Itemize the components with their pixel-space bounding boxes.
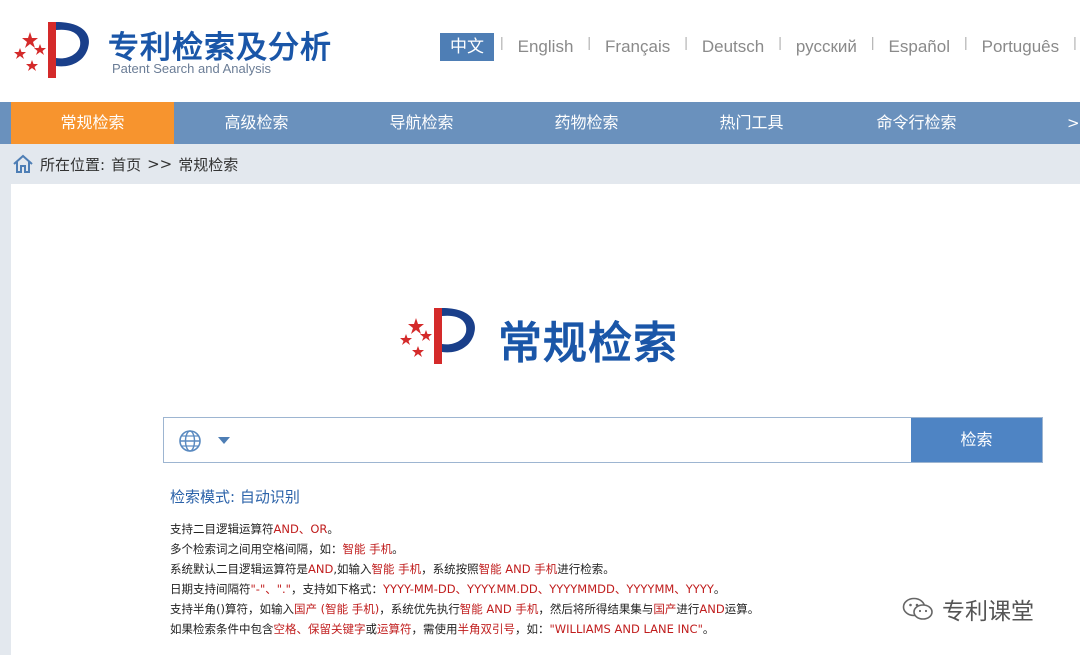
globe-icon[interactable] bbox=[178, 429, 202, 453]
tip-text: ，系统按照 bbox=[421, 562, 479, 576]
tip-highlight: 智能 手机 bbox=[371, 562, 422, 576]
tip-line: 支持二目逻辑运算符AND、OR。 bbox=[170, 519, 759, 539]
wechat-icon bbox=[902, 597, 933, 620]
nav-item-drug-search[interactable]: 药物检索 bbox=[504, 102, 669, 144]
nav-more-arrow[interactable]: > bbox=[999, 102, 1080, 144]
tip-text: ,如输入 bbox=[333, 562, 372, 576]
patent-office-logo-icon[interactable] bbox=[10, 14, 96, 84]
nav-item-advanced-search[interactable]: 高级检索 bbox=[174, 102, 339, 144]
lang-divider: | bbox=[778, 34, 782, 50]
breadcrumb-separator: >> bbox=[147, 155, 173, 173]
breadcrumb-current: 常规检索 bbox=[178, 155, 239, 174]
tip-line: 多个检索词之间用空格间隔，如：智能 手机。 bbox=[170, 539, 759, 559]
tip-text: 。 bbox=[392, 542, 404, 556]
lang-divider: | bbox=[500, 34, 504, 50]
tip-line: 如果检索条件中包含空格、保留关键字或运算符，需使用半角双引号，如："WILLIA… bbox=[170, 619, 759, 639]
tip-text: 或 bbox=[365, 622, 378, 636]
nav-item-popular-tools[interactable]: 热门工具 bbox=[669, 102, 834, 144]
nav-spacer bbox=[0, 102, 11, 144]
tip-highlight: "WILLIAMS AND LANE INC" bbox=[549, 622, 703, 636]
tip-highlight: 国产 (智能 手机) bbox=[293, 602, 380, 616]
search-bar: 检索 bbox=[163, 417, 1043, 463]
nav-item-command-line-search[interactable]: 命令行检索 bbox=[834, 102, 999, 144]
lang-divider: | bbox=[684, 34, 688, 50]
tip-highlight: 智能 AND 手机 bbox=[459, 602, 539, 616]
nav-item-basic-search[interactable]: 常规检索 bbox=[11, 102, 174, 144]
lang-divider: | bbox=[587, 34, 592, 50]
tip-text: 支持半角()算符，如输入 bbox=[170, 602, 294, 616]
main-nav: 常规检索 高级检索 导航检索 药物检索 热门工具 命令行检索 > bbox=[0, 102, 1080, 144]
tip-highlight: 空格、保留关键字 bbox=[273, 622, 366, 636]
lang-portuguese[interactable]: Português bbox=[974, 33, 1068, 61]
tip-highlight: "-"、"." bbox=[250, 582, 291, 596]
lang-russian[interactable]: русский bbox=[788, 33, 865, 61]
tip-text: 进行 bbox=[676, 602, 700, 616]
tip-text: ，需使用 bbox=[411, 622, 458, 636]
home-icon[interactable] bbox=[12, 153, 34, 175]
search-input[interactable] bbox=[240, 418, 910, 462]
tip-line: 系统默认二目逻辑运算符是AND,如输入智能 手机，系统按照智能 AND 手机进行… bbox=[170, 559, 759, 579]
breadcrumb-label: 所在位置: bbox=[40, 155, 106, 174]
tip-highlight: 智能 手机 bbox=[342, 542, 393, 556]
tip-highlight: AND、OR bbox=[273, 522, 328, 536]
language-switcher: 中文 | English | Français | Deutsch | русс… bbox=[440, 33, 1080, 61]
lang-divider: | bbox=[1073, 34, 1077, 50]
tip-text: 。 bbox=[702, 622, 715, 636]
tip-highlight: 国产 bbox=[653, 602, 677, 616]
site-subtitle: Patent Search and Analysis bbox=[112, 61, 271, 76]
watermark: 专利课堂 bbox=[902, 592, 1034, 626]
lang-german[interactable]: Deutsch bbox=[694, 33, 772, 61]
tip-text: 系统默认二目逻辑运算符是 bbox=[170, 562, 308, 576]
nav-item-navigation-search[interactable]: 导航检索 bbox=[339, 102, 504, 144]
lang-spanish[interactable]: Español bbox=[881, 33, 958, 61]
lang-divider: | bbox=[963, 34, 968, 50]
search-button[interactable]: 检索 bbox=[911, 418, 1042, 462]
tip-highlight: AND bbox=[699, 602, 725, 616]
tip-text: 多个检索词之间用空格间隔，如： bbox=[170, 542, 343, 556]
tip-text: 支持二目逻辑运算符 bbox=[170, 522, 274, 536]
lang-english[interactable]: English bbox=[510, 33, 582, 61]
lang-chinese[interactable]: 中文 bbox=[440, 33, 494, 61]
site-header: 专利检索及分析 Patent Search and Analysis 中文 | … bbox=[0, 0, 1080, 102]
tip-highlight: 运算符 bbox=[377, 622, 412, 636]
chevron-down-icon[interactable] bbox=[218, 437, 230, 444]
breadcrumb: 所在位置: 首页 >> 常规检索 bbox=[0, 144, 1080, 184]
tip-text: 。 bbox=[327, 522, 339, 536]
watermark-text: 专利课堂 bbox=[942, 599, 1034, 625]
tip-text: 运算。 bbox=[724, 602, 760, 616]
tip-text: ，然后将所得结果集与 bbox=[538, 602, 654, 616]
breadcrumb-home-link[interactable]: 首页 bbox=[111, 154, 141, 175]
tip-highlight: 智能 AND 手机 bbox=[478, 562, 558, 576]
tip-text: 如果检索条件中包含 bbox=[170, 622, 274, 636]
search-tips: 支持二目逻辑运算符AND、OR。 多个检索词之间用空格间隔，如：智能 手机。 系… bbox=[170, 519, 759, 639]
lang-french[interactable]: Français bbox=[597, 33, 678, 61]
basic-search-logo-icon bbox=[400, 308, 476, 364]
tip-text: 日期支持间隔符 bbox=[170, 582, 251, 596]
tip-highlight: YYYY-MM-DD、YYYY.MM.DD、YYYYMMDD、YYYYMM、YY… bbox=[382, 582, 714, 596]
page-title: 常规检索 bbox=[498, 318, 678, 369]
tip-text: ，如： bbox=[515, 622, 550, 636]
tip-text: ，系统优先执行 bbox=[379, 602, 460, 616]
left-border-strip bbox=[0, 184, 11, 655]
tip-highlight: 半角双引号 bbox=[457, 622, 516, 636]
tip-highlight: AND bbox=[308, 562, 334, 576]
tip-line: 日期支持间隔符"-"、"."，支持如下格式：YYYY-MM-DD、YYYY.MM… bbox=[170, 579, 759, 599]
tip-text: ，支持如下格式： bbox=[290, 582, 383, 596]
tip-text: 。 bbox=[713, 582, 726, 596]
tip-text: 进行检索。 bbox=[557, 562, 615, 576]
lang-divider: | bbox=[870, 34, 875, 50]
search-mode-label: 检索模式: 自动识别 bbox=[170, 488, 300, 506]
tip-line: 支持半角()算符，如输入国产 (智能 手机)，系统优先执行智能 AND 手机，然… bbox=[170, 599, 759, 619]
